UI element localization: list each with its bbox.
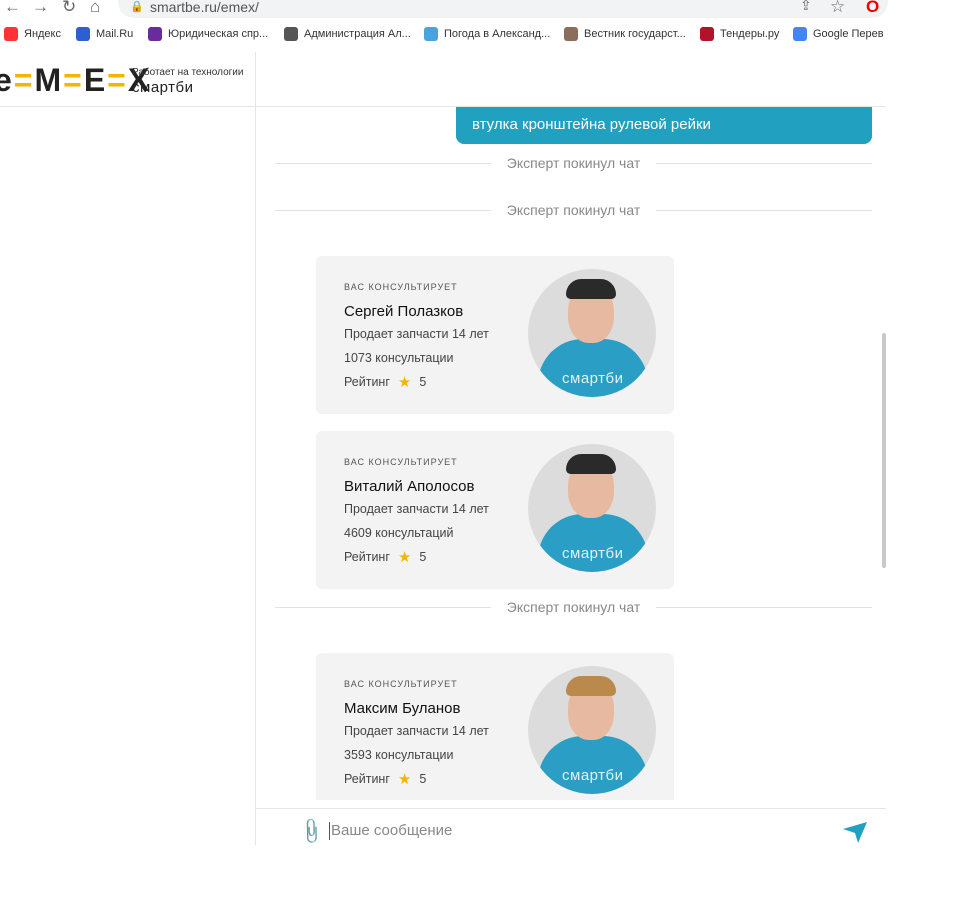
google-translate-icon	[793, 27, 807, 41]
expert-rating: Рейтинг ★ 5	[344, 771, 427, 788]
expert-consultations: 4609 консультаций	[344, 526, 454, 540]
bookmark-label: Mail.Ru	[96, 28, 134, 40]
herald-icon	[564, 27, 578, 41]
bookmark-label: Юридическая спр...	[168, 28, 269, 40]
message-text: втулка кронштейна рулевой рейки	[472, 116, 711, 133]
bookmark[interactable]: Вестник государст...	[564, 27, 686, 41]
yandex-icon	[4, 27, 18, 41]
bookmark[interactable]: Тендеры.ру	[700, 27, 779, 41]
star-icon: ★	[397, 771, 412, 788]
weather-icon	[424, 27, 438, 41]
bookmark-label: Яндекс	[24, 28, 61, 40]
star-bookmark-icon[interactable]: ☆	[830, 0, 845, 17]
expert-left-notice: Эксперт покинул чат	[275, 599, 873, 615]
consulting-label: ВАС КОНСУЛЬТИРУЕТ	[344, 457, 458, 467]
expert-experience: Продает запчасти 14 лет	[344, 724, 489, 738]
bookmark[interactable]: Погода в Александ...	[424, 27, 550, 41]
bookmark[interactable]: Яндекс	[4, 27, 61, 41]
expert-card: ВАС КОНСУЛЬТИРУЕТ Виталий Аполосов Прода…	[316, 431, 674, 589]
bookmark-label: Тендеры.ру	[720, 28, 780, 40]
bookmark-label: Вестник государст...	[584, 28, 686, 40]
legal-icon	[148, 27, 162, 41]
opera-icon[interactable]: O	[866, 0, 879, 17]
reload-icon[interactable]: ↻	[62, 0, 76, 17]
bookmark[interactable]: Администрация Ал...	[284, 27, 411, 41]
expert-avatar: смартби	[528, 444, 656, 572]
bookmark-label: Администрация Ал...	[304, 28, 411, 40]
share-icon[interactable]: ⇪	[800, 0, 812, 14]
expert-left-notice: Эксперт покинул чат	[275, 202, 873, 218]
expert-experience: Продает запчасти 14 лет	[344, 502, 489, 516]
expert-card: ВАС КОНСУЛЬТИРУЕТ Максим Буланов Продает…	[316, 653, 674, 811]
bookmark-label: Google Перев	[813, 28, 884, 40]
expert-avatar: смартби	[528, 269, 656, 397]
expert-rating: Рейтинг ★ 5	[344, 549, 427, 566]
tenders-icon	[700, 27, 714, 41]
expert-name: Сергей Полазков	[344, 303, 464, 320]
star-icon: ★	[397, 374, 412, 391]
url-text[interactable]: smartbe.ru/emex/	[150, 0, 259, 15]
back-icon[interactable]: ←	[4, 0, 21, 17]
send-icon[interactable]	[842, 820, 868, 844]
forward-icon[interactable]: →	[32, 0, 49, 17]
bookmark-label: Погода в Александ...	[444, 28, 551, 40]
expert-card: ВАС КОНСУЛЬТИРУЕТ Сергей Полазков Продае…	[316, 256, 674, 414]
bookmark[interactable]: Mail.Ru	[76, 27, 133, 41]
consulting-label: ВАС КОНСУЛЬТИРУЕТ	[344, 282, 458, 292]
expert-experience: Продает запчасти 14 лет	[344, 327, 489, 341]
expert-name: Виталий Аполосов	[344, 478, 475, 495]
mailru-icon	[76, 27, 90, 41]
brand-name-overlay: смартби	[132, 79, 194, 96]
expert-rating: Рейтинг ★ 5	[344, 374, 427, 391]
expert-name: Максим Буланов	[344, 700, 461, 717]
home-icon[interactable]: ⌂	[90, 0, 100, 17]
scrollbar[interactable]	[882, 333, 886, 568]
star-icon: ★	[397, 549, 412, 566]
expert-left-notice: Эксперт покинул чат	[275, 155, 873, 171]
emex-logo-overlay: e=M=E=X	[0, 62, 152, 98]
expert-avatar: смартби	[528, 666, 656, 794]
message-input[interactable]: Ваше сообщение	[331, 822, 452, 839]
globe-icon	[284, 27, 298, 41]
consulting-label: ВАС КОНСУЛЬТИРУЕТ	[344, 679, 458, 689]
lock-icon: 🔒	[130, 1, 144, 13]
bookmark[interactable]: Google Перев	[793, 27, 884, 41]
tagline-overlay: Работает на технологии	[132, 67, 244, 78]
bookmark[interactable]: Юридическая спр...	[148, 27, 268, 41]
expert-consultations: 3593 консультации	[344, 748, 454, 762]
expert-consultations: 1073 консультации	[344, 351, 454, 365]
